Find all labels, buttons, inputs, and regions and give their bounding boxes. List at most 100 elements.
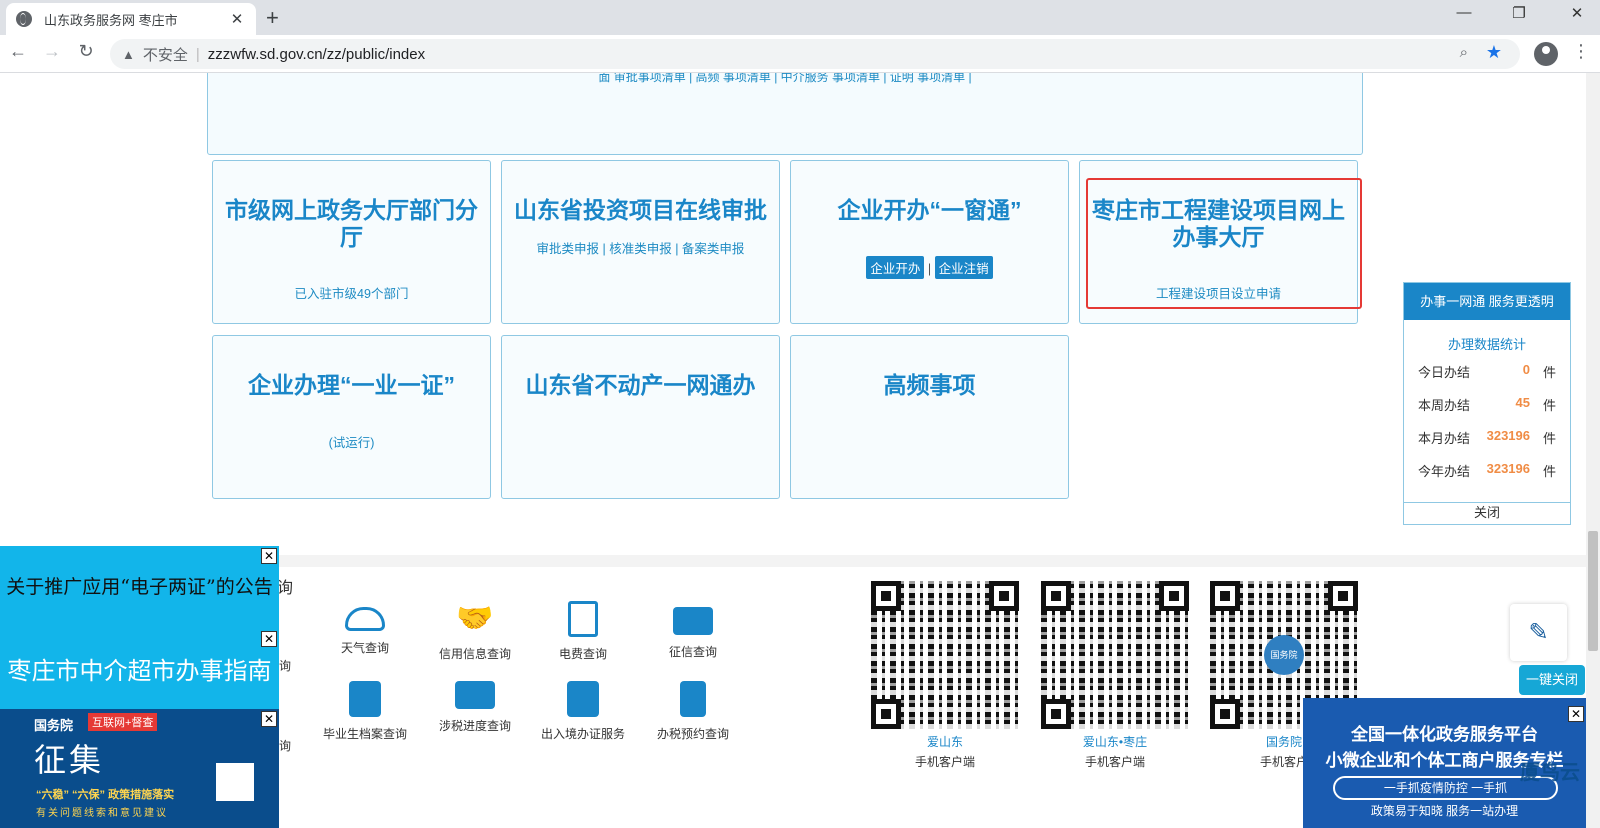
zoom-icon[interactable]: ⌕ — [1460, 44, 1468, 61]
ad-line: 全国一体化政务服务平台 — [1351, 725, 1538, 744]
tab-close-icon[interactable]: ✕ — [228, 10, 246, 28]
stats-row: 本月办结 323196 件 — [1404, 420, 1570, 453]
stats-unit: 件 — [1542, 431, 1556, 446]
chart-monitor-icon — [455, 681, 495, 709]
stats-panel: 办事一网通 服务更透明 办理数据统计 今日办结 0 件 本周办结 45 件 本月… — [1403, 282, 1571, 525]
url-text[interactable]: zzzwfw.sd.gov.cn/zz/public/index — [208, 46, 425, 63]
external-link-icon — [567, 681, 599, 717]
card-title: 高频事项 — [883, 372, 976, 398]
card-investment-approval[interactable]: 山东省投资项目在线审批 审批类申报 | 核准类申报 | 备案类申报 — [501, 160, 780, 324]
service-credit-info[interactable]: 🤝 信用信息查询 — [420, 601, 530, 662]
qr-code-aishandong — [871, 581, 1019, 729]
ad-close-icon[interactable]: ✕ — [261, 631, 277, 647]
document-icon — [680, 681, 706, 717]
card-subtitle[interactable]: 已入驻市级49个部门 — [213, 283, 490, 302]
stats-row: 今日办结 0 件 — [1404, 354, 1570, 387]
stats-label: 本周办结 — [1418, 398, 1471, 413]
tab-title: 山东政务服务网 枣庄市 — [44, 12, 178, 28]
tab-bar: 山东政务服务网 枣庄市 ✕ + — ❐ ✕ — [0, 0, 1600, 35]
handshake-icon: 🤝 — [456, 602, 494, 635]
ad-text: 关于推广应用“电子两证”的公告 — [6, 576, 273, 598]
address-bar[interactable]: ▲ 不安全 | zzzwfw.sd.gov.cn/zz/public/index… — [110, 39, 1520, 69]
network-icon — [349, 681, 381, 717]
red-highlight-box — [1086, 178, 1362, 309]
stats-row: 今年办结 323196 件 — [1404, 453, 1570, 486]
stats-unit: 件 — [1542, 464, 1556, 479]
card-real-estate[interactable]: 山东省不动产一网通办 — [501, 335, 780, 499]
bookmark-star-icon[interactable]: ★ — [1486, 42, 1502, 63]
card-title: 企业办理“一业一证” — [248, 372, 455, 398]
tag-business-cancel[interactable]: 企业注销 — [934, 256, 993, 279]
watermark-logo: 厦鸟云 — [1520, 762, 1580, 784]
card-title: 山东省不动产一网通办 — [525, 372, 756, 398]
ad-line: “六稳” “六保” 政策措施落实 — [36, 789, 175, 801]
ad-close-icon[interactable]: ✕ — [261, 548, 277, 564]
stats-value: 45 — [1515, 395, 1530, 410]
card-links[interactable]: 审批类申报 | 核准类申报 | 备案类申报 — [502, 238, 779, 257]
service-tax-progress[interactable]: 涉税进度查询 — [420, 681, 530, 734]
ad-state-council-collection[interactable]: ✕ 国务院 互联网+督查 征集 “六稳” “六保” 政策措施落实 有关问题线索和… — [0, 709, 279, 828]
ad-agency-guide[interactable]: ✕ 枣庄市中介超市办事指南 — [0, 629, 279, 709]
stats-title: 办理数据统计 — [1447, 337, 1526, 352]
scrollbar[interactable] — [1586, 73, 1600, 828]
stats-unit: 件 — [1542, 398, 1556, 413]
minimize-button[interactable]: — — [1441, 4, 1487, 21]
profile-avatar-icon[interactable] — [1534, 42, 1558, 66]
back-button[interactable]: ← — [6, 41, 30, 62]
forward-button[interactable]: → — [40, 41, 64, 62]
service-tax-appointment[interactable]: 办税预约查询 — [638, 681, 748, 742]
stats-label: 本月办结 — [1418, 431, 1471, 446]
item-list-links[interactable]: 面 审批事项清单 | 高频 事项清单 | 中介服务 事项清单 | 证明 事项清单… — [208, 73, 1362, 85]
security-label: 不安全 — [142, 46, 188, 64]
ad-line: 政策易于知晓 服务一站办理 — [1370, 804, 1519, 818]
tag-business-open[interactable]: 企业开办 — [866, 256, 925, 279]
cloud-icon — [345, 607, 385, 631]
ad-qr-code — [216, 763, 254, 801]
service-electricity[interactable]: 电费查询 — [528, 601, 638, 662]
ad-headline: 征集 — [34, 741, 105, 779]
service-exit-entry[interactable]: 出入境办证服务 — [528, 681, 638, 742]
card-subtitle: (试运行) — [328, 436, 375, 450]
stats-close-button[interactable]: 关闭 — [1404, 502, 1570, 524]
card-department-halls[interactable]: 市级网上政务大厅部门分厅 已入驻市级49个部门 — [212, 160, 491, 324]
warning-icon: ▲ — [122, 46, 135, 62]
card-business-startup[interactable]: 企业开办“一窗通” 企业开办 | 企业注销 — [790, 160, 1069, 324]
card-title: 山东省投资项目在线审批 — [514, 197, 767, 223]
app-name[interactable]: 爱山东•枣庄 — [1041, 733, 1189, 750]
card-title: 企业开办“一窗通” — [837, 197, 1022, 223]
edit-icon: ✎ — [1528, 619, 1549, 646]
bill-search-icon — [568, 601, 598, 637]
stats-value: 323196 — [1486, 428, 1530, 443]
ad-org: 国务院 — [34, 718, 74, 733]
stats-header: 办事一网通 服务更透明 — [1404, 283, 1570, 320]
section-heading: 询 — [277, 580, 294, 597]
app-sub: 手机客户端 — [914, 755, 975, 769]
window-close-button[interactable]: ✕ — [1554, 4, 1600, 22]
tag-separator: | — [927, 262, 932, 276]
stats-value: 0 — [1522, 362, 1530, 377]
page-viewport: 面 审批事项清单 | 高频 事项清单 | 中介服务 事项清单 | 证明 事项清单… — [0, 73, 1600, 828]
close-all-button[interactable]: 一键关闭 — [1519, 665, 1585, 695]
card-frequent-items[interactable]: 高频事项 — [790, 335, 1069, 499]
maximize-button[interactable]: ❐ — [1496, 4, 1542, 22]
scrollbar-thumb[interactable] — [1588, 531, 1598, 651]
card-title: 市级网上政务大厅部门分厅 — [225, 197, 478, 250]
service-credit-report[interactable]: 征信查询 — [638, 601, 748, 660]
feedback-edit-button[interactable]: ✎ — [1510, 604, 1567, 661]
item-list-panel: 面 审批事项清单 | 高频 事项清单 | 中介服务 事项清单 | 证明 事项清单… — [207, 73, 1363, 155]
service-graduate-archive[interactable]: 毕业生档案查询 — [310, 681, 420, 742]
card-one-license[interactable]: 企业办理“一业一证” (试运行) — [212, 335, 491, 499]
ad-close-icon[interactable]: ✕ — [261, 711, 277, 727]
app-name[interactable]: 爱山东 — [871, 733, 1019, 750]
ad-text: 枣庄市中介超市办事指南 — [7, 658, 272, 685]
browser-toolbar: ← → ↻ ▲ 不安全 | zzzwfw.sd.gov.cn/zz/public… — [0, 35, 1600, 73]
qr-code-aishandong-zaozhuang — [1041, 581, 1189, 729]
ad-e-certificate[interactable]: ✕ 关于推广应用“电子两证”的公告 — [0, 546, 279, 629]
ad-tag: 互联网+督查 — [88, 713, 158, 731]
new-tab-button[interactable]: + — [266, 5, 279, 31]
browser-tab[interactable]: 山东政务服务网 枣庄市 ✕ — [6, 3, 256, 35]
reload-button[interactable]: ↻ — [74, 41, 98, 62]
globe-icon — [16, 11, 32, 27]
service-weather[interactable]: 天气查询 — [310, 601, 420, 656]
menu-kebab-icon[interactable]: ⋮ — [1572, 41, 1590, 62]
